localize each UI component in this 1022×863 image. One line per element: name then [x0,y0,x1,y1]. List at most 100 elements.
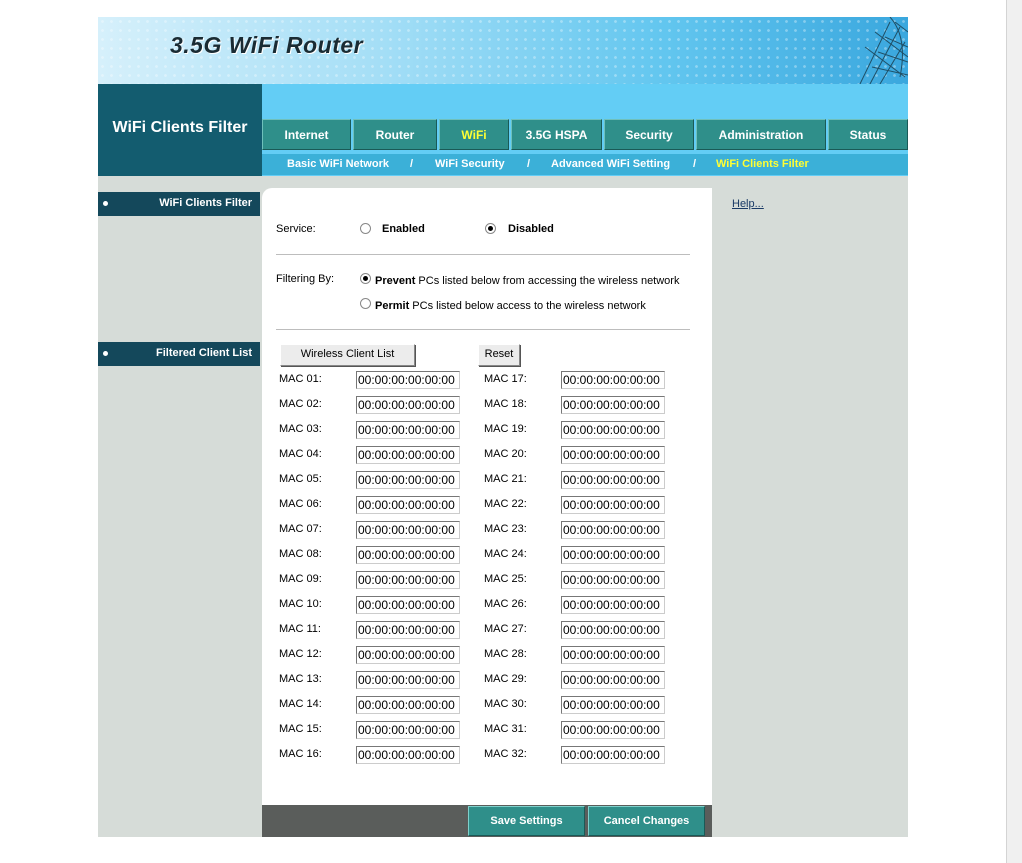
mac-label: MAC 32: [484,748,527,760]
mac-label: MAC 29: [484,673,527,685]
service-disabled-radio[interactable] [485,223,496,234]
mac-address-input[interactable] [561,621,665,639]
mac-address-input[interactable] [356,396,460,414]
subnav-separator: / [527,158,531,170]
sub-nav: Basic WiFi Network / WiFi Security / Adv… [262,154,908,175]
mac-label: MAC 03: [279,423,322,435]
mac-label: MAC 18: [484,398,527,410]
subnav-wifi-clients-filter[interactable]: WiFi Clients Filter [716,158,809,170]
mac-address-input[interactable] [356,571,460,589]
banner-title: 3.5G WiFi Router [170,32,364,58]
mac-address-input[interactable] [561,496,665,514]
mac-address-input[interactable] [356,521,460,539]
help-panel: Help... [712,188,908,805]
mac-address-input[interactable] [356,721,460,739]
bullet-icon [103,351,108,356]
mac-label: MAC 28: [484,648,527,660]
help-link[interactable]: Help... [732,198,764,210]
filter-prevent-radio[interactable] [360,273,371,284]
mac-address-input[interactable] [356,671,460,689]
tab-router[interactable]: Router [353,119,437,150]
banner: 3.5G WiFi Router [98,17,908,84]
mac-address-input[interactable] [561,696,665,714]
mac-address-input[interactable] [356,746,460,764]
router-page: 3.5G WiFi Router WiFi Clients Filter Int… [98,17,908,837]
mac-label: MAC 06: [279,498,322,510]
mac-address-input[interactable] [561,596,665,614]
mac-address-input[interactable] [561,746,665,764]
tab-administration[interactable]: Administration [696,119,826,150]
mac-label: MAC 22: [484,498,527,510]
mac-address-input[interactable] [356,421,460,439]
wireless-client-list-button[interactable]: Wireless Client List [280,344,415,366]
mac-address-input[interactable] [356,471,460,489]
mac-address-input[interactable] [561,546,665,564]
mac-address-input[interactable] [561,521,665,539]
service-label: Service: [276,223,316,235]
mac-address-input[interactable] [356,446,460,464]
mac-label: MAC 31: [484,723,527,735]
subnav-separator: / [410,158,414,170]
cancel-changes-button[interactable]: Cancel Changes [588,806,705,836]
mac-label: MAC 19: [484,423,527,435]
mac-address-input[interactable] [561,396,665,414]
mac-address-input[interactable] [561,371,665,389]
mac-label: MAC 16: [279,748,322,760]
sidebar-section-label: WiFi Clients Filter [159,197,252,209]
mac-label: MAC 14: [279,698,322,710]
filter-permit-radio[interactable] [360,298,371,309]
mac-address-input[interactable] [356,696,460,714]
divider [276,329,690,330]
satellite-dish-icon [859,17,908,84]
service-enabled-radio[interactable] [360,223,371,234]
main-tabs: Internet Router WiFi 3.5G HSPA Security … [262,119,908,153]
footer-bar: Save Settings Cancel Changes [262,805,712,837]
mac-address-input[interactable] [561,571,665,589]
mac-label: MAC 24: [484,548,527,560]
reset-button[interactable]: Reset [478,344,520,366]
page-title-block: WiFi Clients Filter [98,84,262,176]
subnav-wifi-security[interactable]: WiFi Security [435,158,505,170]
mac-address-input[interactable] [356,496,460,514]
mac-address-input[interactable] [561,671,665,689]
mac-label: MAC 17: [484,373,527,385]
subnav-advanced-wifi-setting[interactable]: Advanced WiFi Setting [551,158,670,170]
save-settings-button[interactable]: Save Settings [468,806,585,836]
mac-address-input[interactable] [356,596,460,614]
mac-address-input[interactable] [561,646,665,664]
mac-label: MAC 23: [484,523,527,535]
filtering-label: Filtering By: [276,273,335,285]
page-title: WiFi Clients Filter [112,119,248,136]
mac-label: MAC 05: [279,473,322,485]
sidebar-section-filtered-client-list: Filtered Client List [98,342,260,366]
bullet-icon [103,201,108,206]
mac-address-input[interactable] [561,421,665,439]
subnav-basic-wifi-network[interactable]: Basic WiFi Network [287,158,389,170]
mac-label: MAC 11: [279,623,321,635]
service-enabled-label: Enabled [382,223,425,235]
filter-permit-text: Permit PCs listed below access to the wi… [375,300,646,312]
mac-label: MAC 04: [279,448,322,460]
tab-internet[interactable]: Internet [262,119,351,150]
mac-label: MAC 12: [279,648,322,660]
mac-address-input[interactable] [356,646,460,664]
mac-label: MAC 10: [279,598,322,610]
mac-address-input[interactable] [561,721,665,739]
vertical-scrollbar[interactable] [1006,0,1022,863]
mac-label: MAC 25: [484,573,527,585]
mac-address-input[interactable] [356,371,460,389]
mac-label: MAC 20: [484,448,527,460]
sidebar-section-label: Filtered Client List [156,347,252,359]
tab-3-5g-hspa[interactable]: 3.5G HSPA [511,119,602,150]
tab-wifi[interactable]: WiFi [439,119,509,150]
tab-security[interactable]: Security [604,119,694,150]
mac-label: MAC 02: [279,398,322,410]
mac-address-input[interactable] [561,446,665,464]
mac-label: MAC 26: [484,598,527,610]
mac-address-input[interactable] [356,546,460,564]
tab-status[interactable]: Status [828,119,908,150]
divider [276,254,690,255]
mac-address-input[interactable] [561,471,665,489]
mac-label: MAC 27: [484,623,527,635]
mac-address-input[interactable] [356,621,460,639]
